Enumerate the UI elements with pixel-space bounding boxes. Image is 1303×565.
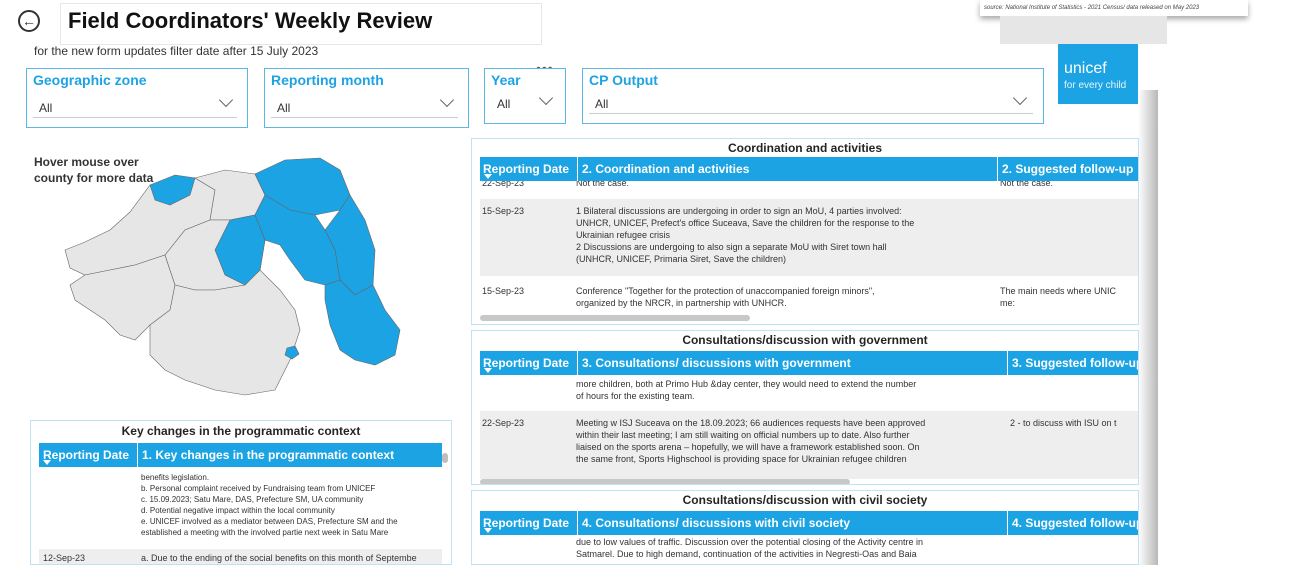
source-note: source: National Institute of Statistics… <box>980 0 1248 16</box>
cell-text: Not the case. <box>576 181 630 188</box>
key-changes-visual: Key changes in the programmatic context … <box>30 420 452 565</box>
table-row: 22-Sep-23 Not the case. Not the case. <box>480 181 1138 195</box>
slicer-underline <box>271 117 458 118</box>
column-header-reporting-date[interactable]: Reporting Date <box>483 351 577 375</box>
unicef-logo: unicef for every child <box>1058 44 1138 104</box>
slicer-geographic-zone[interactable]: Geographic zone All <box>26 68 248 128</box>
table-row: due to low values of traffic. Discussion… <box>480 535 1138 564</box>
table-header: Reporting Date 2. Coordination and activ… <box>480 157 1138 181</box>
column-header-civil-society[interactable]: 4. Consultations/ discussions with civil… <box>577 511 1007 535</box>
slicer-label: Reporting month <box>271 72 384 88</box>
county-region-southeast[interactable] <box>324 279 401 366</box>
column-header-government[interactable]: 3. Consultations/ discussions with gover… <box>577 351 1007 375</box>
cell-date: 15-Sep-23 <box>482 206 525 216</box>
slicer-reporting-month[interactable]: Reporting month All <box>264 68 469 128</box>
romania-county-map[interactable] <box>55 150 405 405</box>
column-header-coordination[interactable]: 2. Coordination and activities <box>577 157 997 181</box>
column-header-followup[interactable]: 2. Suggested follow-up <box>997 157 1138 181</box>
table-header: Reporting Date 1. Key changes in the pro… <box>39 443 442 467</box>
horizontal-scrollbar[interactable] <box>480 479 850 484</box>
column-header-key-changes[interactable]: 1. Key changes in the programmatic conte… <box>137 443 442 467</box>
cell-text: due to low values of traffic. Discussion… <box>576 537 924 559</box>
header-background-block <box>1000 16 1167 44</box>
cell-text: more children, both at Primo Hub &day ce… <box>576 379 917 401</box>
chevron-down-icon[interactable] <box>439 92 455 108</box>
table-header: Reporting Date 3. Consultations/ discuss… <box>480 351 1138 375</box>
column-header-followup[interactable]: 4. Suggested follow-up <box>1007 511 1138 535</box>
visual-title: Coordination and activities <box>727 141 883 155</box>
cell-text: Conference "Together for the protection … <box>576 286 875 308</box>
cell-date: 15-Sep-23 <box>482 286 525 296</box>
table-row: 15-Sep-23 1 Bilateral discussions are un… <box>480 199 1138 276</box>
table-row: more children, both at Primo Hub &day ce… <box>480 375 1138 408</box>
column-header-reporting-date[interactable]: Reporting Date <box>43 443 137 467</box>
horizontal-scrollbar[interactable] <box>480 315 750 321</box>
sort-caret-icon[interactable] <box>484 174 492 179</box>
table-row: benefits legislation. b. Personal compla… <box>39 469 442 544</box>
chevron-down-icon[interactable] <box>218 92 234 108</box>
sort-caret-icon[interactable] <box>484 528 492 533</box>
slicer-cp-output[interactable]: CP Output All <box>582 68 1044 124</box>
column-header-reporting-date[interactable]: Reporting Date <box>483 511 577 535</box>
back-arrow-icon[interactable]: ← <box>18 10 40 32</box>
sort-caret-icon[interactable] <box>484 368 492 373</box>
visual-title: Consultations/discussion with government <box>682 333 928 347</box>
cell-text: Meeting w ISJ Suceava on the 18.09.2023;… <box>576 418 926 464</box>
cell-followup: The main needs where UNIC me: <box>1000 286 1117 308</box>
coordination-visual: Coordination and activities Reporting Da… <box>471 138 1139 325</box>
page-title: Field Coordinators' Weekly Review <box>68 8 433 33</box>
vertical-scrollbar[interactable] <box>442 453 448 463</box>
visual-title: Key changes in the programmatic context <box>121 424 361 438</box>
slicer-label: Year <box>491 72 521 88</box>
logo-text: unicef <box>1064 60 1107 77</box>
slicer-value: All <box>277 101 291 115</box>
sort-caret-icon[interactable] <box>43 460 51 465</box>
cell-date: 12-Sep-23 <box>43 553 86 563</box>
visual-title: Consultations/discussion with civil soci… <box>682 493 928 507</box>
panel-shadow <box>1138 90 1158 565</box>
cell-text: 1 Bilateral discussions are undergoing i… <box>576 206 915 264</box>
slicer-value: All <box>39 101 53 115</box>
cell-text: a. Due to the ending of the social benef… <box>141 553 417 563</box>
chevron-down-icon[interactable] <box>1012 90 1028 106</box>
cell-followup: 2 - to discuss with ISU on t <box>1010 418 1117 428</box>
cell-date: 22-Sep-23 <box>482 181 525 188</box>
slicer-year[interactable]: Year All <box>484 68 566 124</box>
column-header-reporting-date[interactable]: Reporting Date <box>483 157 577 181</box>
slicer-value: All <box>595 97 609 111</box>
slicer-label: CP Output <box>589 72 658 88</box>
civil-society-visual: Consultations/discussion with civil soci… <box>471 490 1139 565</box>
cell-text: benefits legislation. b. Personal compla… <box>141 473 398 537</box>
slicer-underline <box>589 113 1033 114</box>
cell-followup: Not the case. <box>1000 181 1054 188</box>
slicer-underline <box>33 117 237 118</box>
chevron-down-icon[interactable] <box>538 90 554 106</box>
slicer-label: Geographic zone <box>33 72 147 88</box>
slicer-value: All <box>497 97 511 111</box>
page-subtitle: for the new form updates filter date aft… <box>34 44 319 58</box>
government-visual: Consultations/discussion with government… <box>471 330 1139 485</box>
logo-tagline: for every child <box>1064 80 1127 91</box>
table-row: 22-Sep-23 Meeting w ISJ Suceava on the 1… <box>480 411 1138 479</box>
cell-date: 22-Sep-23 <box>482 418 525 428</box>
table-row: 12-Sep-23 a. Due to the ending of the so… <box>39 549 442 564</box>
table-header: Reporting Date 4. Consultations/ discuss… <box>480 511 1138 535</box>
column-header-followup[interactable]: 3. Suggested follow-up <box>1007 351 1138 375</box>
